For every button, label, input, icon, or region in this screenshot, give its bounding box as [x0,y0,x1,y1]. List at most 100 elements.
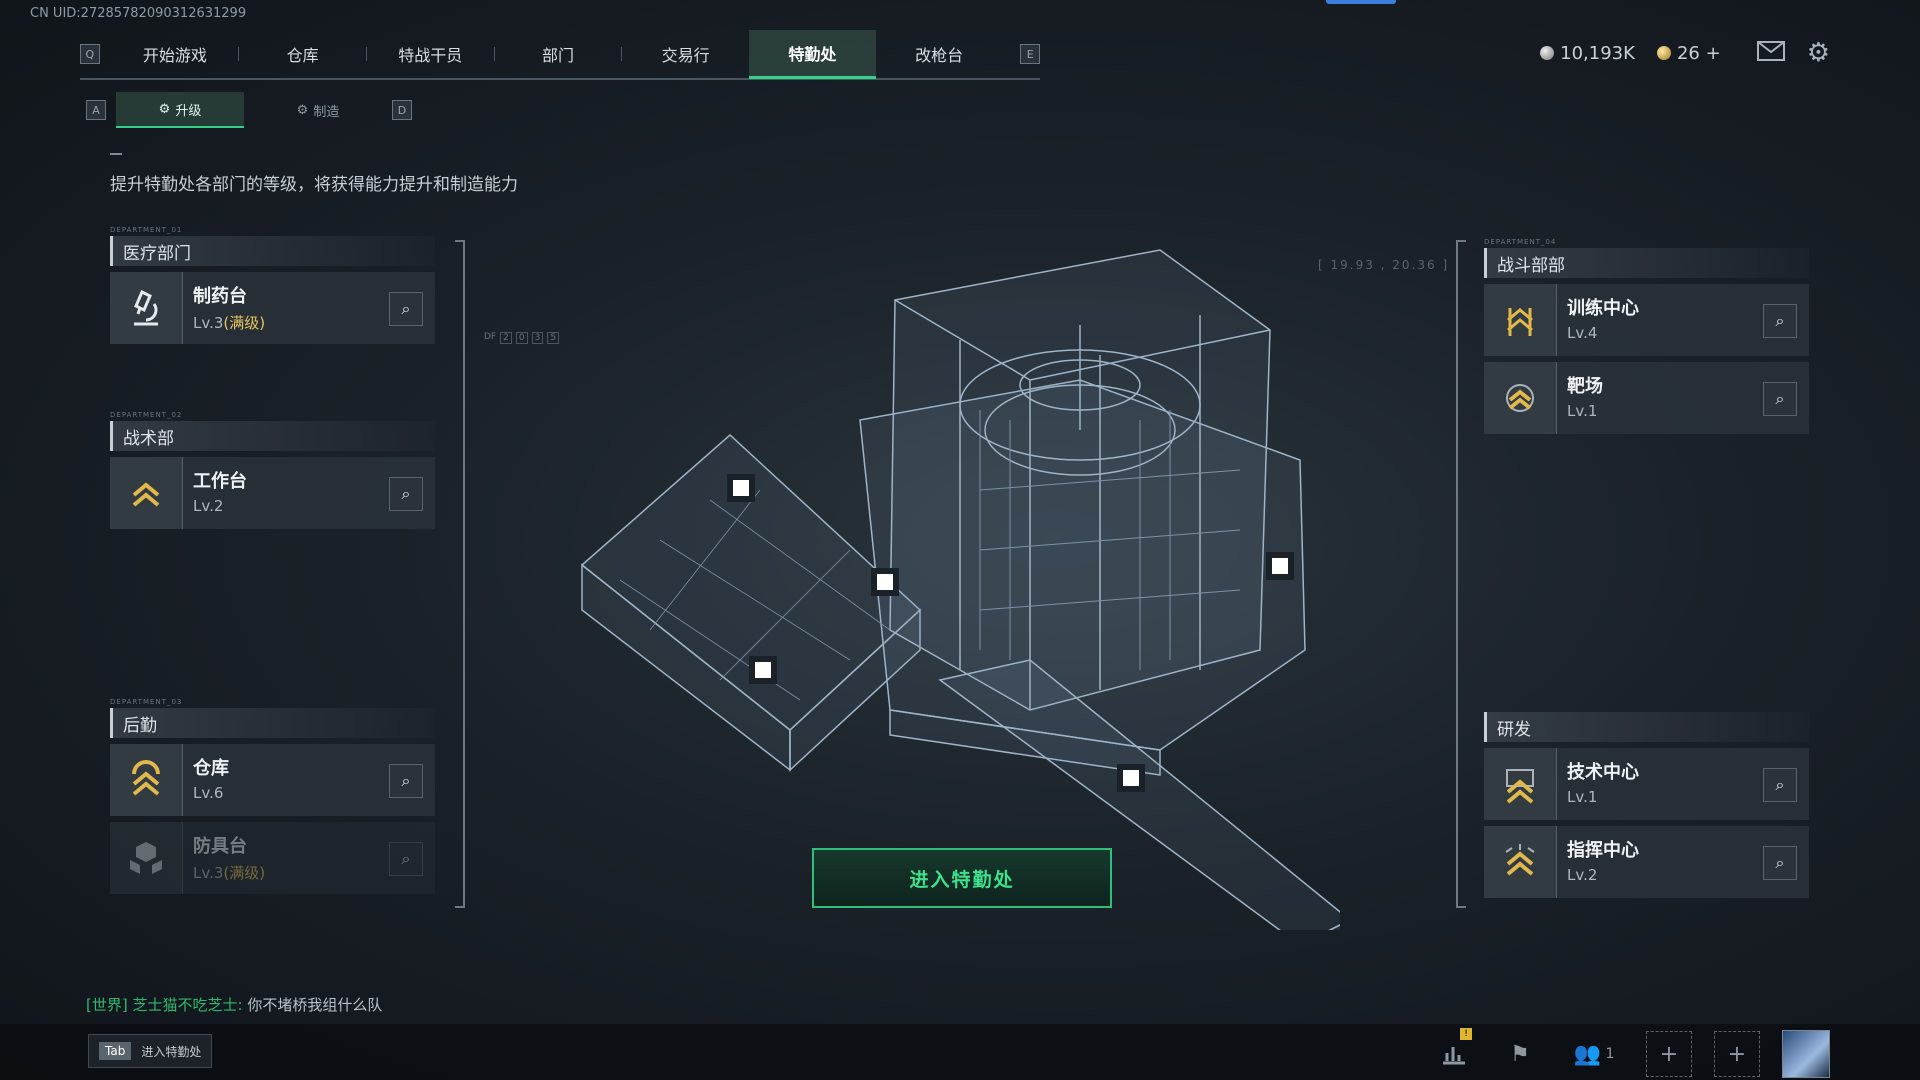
search-icon[interactable]: ⌕ [389,764,423,798]
facility-level: Lv.2 [1567,866,1598,884]
facility-card[interactable]: 防具台 Lv.3(满级) ⌕ [110,822,435,894]
search-icon[interactable]: ⌕ [389,292,423,326]
tab-gunsmith[interactable]: 改枪台 [876,31,1003,77]
chat-line[interactable]: [世界] 芝士猫不吃芝士: 你不堵桥我组什么队 [86,994,382,1015]
mail-button[interactable] [1756,40,1785,66]
facility-name: 训练中心 [1567,298,1639,319]
dept-combat: DEPARTMENT_04 战斗部部 训练中心 Lv.4 ⌕ 靶场 Lv.1 ⌕ [1484,238,1809,434]
chevron-rank-icon [110,457,183,529]
gear-icon[interactable]: ⚙ [1807,38,1830,68]
add-slot-button[interactable]: + [1646,1031,1692,1077]
dept-tag: DEPARTMENT_02 [110,411,183,419]
df-cell: 0 [515,332,528,344]
chevron-rank-icon [1484,748,1557,820]
tab-hint-label: 进入特勤处 [141,1044,202,1059]
chat-message: 你不堵桥我组什么队 [247,996,383,1014]
bottom-icons: ! ⚑ 👥 1 + + [1432,1028,1830,1078]
hotspot-marker[interactable] [871,568,899,596]
tab-warehouse[interactable]: 仓库 [239,31,366,77]
df-cell: 3 [531,332,544,344]
silver-amount: 10,193K [1560,42,1635,64]
friends-icon: 👥 [1573,1041,1602,1067]
facility-name: 防具台 [193,836,247,857]
subtab-craft[interactable]: ⚙ 制造 [254,93,382,127]
dept-tag: DEPARTMENT_03 [110,698,183,706]
hotspot-marker[interactable] [1266,552,1294,580]
add-slot-button[interactable]: + [1714,1031,1760,1077]
search-icon[interactable]: ⌕ [1763,382,1797,416]
facility-level: Lv.3 [193,864,224,882]
tab-special-service[interactable]: 特勤处 [749,29,876,79]
search-icon[interactable]: ⌕ [1763,768,1797,802]
dept-tactical: DEPARTMENT_02 战术部 工作台 Lv.2 ⌕ [110,411,435,529]
desc-accent-line [110,153,122,155]
dept-logistics: DEPARTMENT_03 后勤 仓库 Lv.6 ⌕ 防具台 Lv.3(满级) … [110,698,435,894]
nav-left-key[interactable]: Q [80,44,100,64]
subtab-left-key[interactable]: A [86,100,106,120]
tab-key: Tab [99,1042,132,1060]
subtab-upgrade-label: 升级 [175,103,202,119]
dept-title: 战斗部部 [1484,248,1809,278]
facility-name: 工作台 [193,471,247,492]
dept-tag: DEPARTMENT_01 [110,226,183,234]
df-cell: 5 [547,332,560,344]
facility-name: 技术中心 [1567,762,1639,783]
friends-button[interactable]: 👥 1 [1564,1032,1624,1076]
facility-card[interactable]: 工作台 Lv.2 ⌕ [110,457,435,529]
search-icon[interactable]: ⌕ [389,477,423,511]
top-indicator [1326,0,1396,4]
top-right-bar: 10,193K 26 + ⚙ [1540,38,1830,68]
hotspot-marker[interactable] [749,656,777,684]
search-icon[interactable]: ⌕ [389,842,423,876]
tab-trading[interactable]: 交易行 [622,31,749,77]
facility-level: Lv.1 [1567,402,1598,420]
left-bracket [455,240,465,908]
flag-icon[interactable]: ⚑ [1498,1032,1542,1076]
friends-count: 1 [1605,1046,1615,1062]
search-icon[interactable]: ⌕ [1763,846,1797,880]
tab-department[interactable]: 部门 [495,31,622,77]
chevron-rank-icon [1484,362,1557,434]
gold-currency[interactable]: 26 + [1656,42,1721,64]
stats-icon[interactable]: ! [1432,1028,1476,1076]
enter-special-service-button[interactable]: 进入特勤处 [812,848,1112,908]
df-readout: DF 2 0 3 5 [484,332,560,344]
facility-card[interactable]: 技术中心 Lv.1 ⌕ [1484,748,1809,820]
craft-icon: ⚙ [296,102,309,118]
player-uid: CN UID:27285782090312631299 [30,6,247,21]
facility-level: Lv.1 [1567,788,1598,806]
dept-title: 战术部 [110,421,435,451]
facility-card[interactable]: 制药台 Lv.3(满级) ⌕ [110,272,435,344]
facility-level: Lv.4 [1567,324,1598,342]
search-icon[interactable]: ⌕ [1763,304,1797,338]
hotspot-marker[interactable] [727,474,755,502]
subtab-upgrade[interactable]: ⚙ 升级 [116,92,244,128]
chevron-rank-icon [110,744,183,816]
subtab-right-key[interactable]: D [392,100,412,120]
chevron-rank-icon [1484,284,1557,356]
gold-amount: 26 [1676,42,1700,64]
armor-crate-icon [110,822,183,894]
chevron-rank-icon [1484,826,1557,898]
tab-operators[interactable]: 特战干员 [367,31,494,77]
facility-card[interactable]: 训练中心 Lv.4 ⌕ [1484,284,1809,356]
sub-tabs: A ⚙ 升级 ⚙ 制造 D [86,92,412,128]
max-level-label: (满级) [223,864,266,882]
facility-name: 仓库 [193,758,229,779]
avatar[interactable] [1782,1030,1830,1078]
plus-icon[interactable]: + [1706,43,1721,64]
nav-right-key[interactable]: E [1020,44,1040,64]
silver-coin-icon [1540,45,1555,60]
facility-card[interactable]: 指挥中心 Lv.2 ⌕ [1484,826,1809,898]
facility-card[interactable]: 靶场 Lv.1 ⌕ [1484,362,1809,434]
facility-name: 制药台 [193,286,247,307]
alert-badge: ! [1460,1028,1472,1040]
hotspot-marker[interactable] [1117,764,1145,792]
silver-currency[interactable]: 10,193K [1540,43,1635,64]
facility-level: Lv.2 [193,497,224,515]
chat-channel: [世界] [86,996,128,1014]
facility-name: 靶场 [1567,376,1603,397]
tab-start-game[interactable]: 开始游戏 [112,31,239,77]
tab-hint[interactable]: Tab 进入特勤处 [88,1034,213,1068]
facility-card[interactable]: 仓库 Lv.6 ⌕ [110,744,435,816]
